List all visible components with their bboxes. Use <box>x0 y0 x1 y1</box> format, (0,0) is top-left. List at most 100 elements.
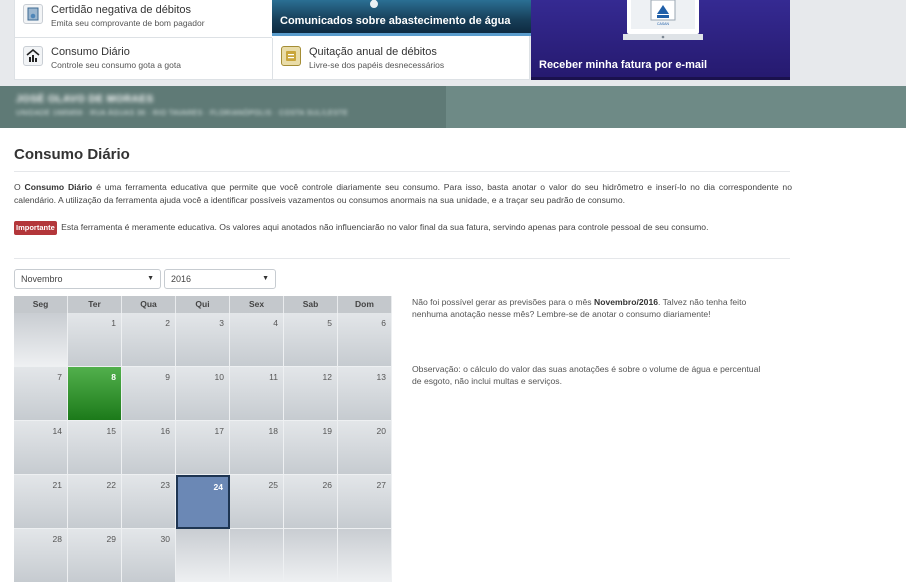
calendar-day-10[interactable]: 10 <box>176 367 230 421</box>
day-number: 15 <box>106 426 116 436</box>
day-number: 20 <box>376 426 386 436</box>
day-number: 30 <box>160 534 170 544</box>
weekday-header: Seg <box>14 296 68 313</box>
day-number: 4 <box>273 318 278 328</box>
day-number: 21 <box>52 480 62 490</box>
calendar-day-17[interactable]: 17 <box>176 421 230 475</box>
calendar-day-25[interactable]: 25 <box>230 475 284 529</box>
customer-info: JOSÉ OLAVO DE MORAES UNIDADE 1685859 · R… <box>0 86 446 128</box>
calendar-day-20[interactable]: 20 <box>338 421 392 475</box>
day-number: 9 <box>165 372 170 382</box>
certificate-icon <box>23 4 43 24</box>
day-number: 7 <box>57 372 62 382</box>
day-number: 26 <box>322 480 332 490</box>
calendar-day-21[interactable]: 21 <box>14 475 68 529</box>
year-select-value: 2016 <box>171 274 192 284</box>
service-consumo-title: Consumo Diário <box>51 46 130 58</box>
calendar-day-18[interactable]: 18 <box>230 421 284 475</box>
calendar-day-14[interactable]: 14 <box>14 421 68 475</box>
day-number: 23 <box>160 480 170 490</box>
banner-comunicados[interactable]: Comunicados sobre abastecimento de água <box>272 0 531 36</box>
day-number: 22 <box>106 480 116 490</box>
calendar: Seg Ter Qua Qui Sex Sab Dom 1 2 3 4 5 6 7 8 9 10 11 12 13 1… <box>14 296 392 582</box>
calendar-empty-cell <box>14 313 68 367</box>
calendar-day-30[interactable]: 30 <box>122 529 176 582</box>
weekday-header: Qua <box>122 296 176 313</box>
calendar-empty-cell <box>284 529 338 582</box>
calendar-day-19[interactable]: 19 <box>284 421 338 475</box>
calendar-day-12[interactable]: 12 <box>284 367 338 421</box>
calendar-day-3[interactable]: 3 <box>176 313 230 367</box>
forecast-note: Não foi possível gerar as previsões para… <box>412 296 762 320</box>
service-quitacao-link[interactable]: Quitação anual de débitos Livre-se dos p… <box>273 46 530 71</box>
calendar-day-26[interactable]: 26 <box>284 475 338 529</box>
service-certidao-title: Certidão negativa de débitos <box>51 4 192 16</box>
day-number: 17 <box>214 426 224 436</box>
customer-address: UNIDADE 1685859 · RUA ÁGUAS 36 · RIO TAV… <box>16 110 349 117</box>
calendar-day-24[interactable]: 24 <box>176 475 230 529</box>
month-select[interactable]: Novembro ▼ <box>14 269 161 289</box>
day-number: 14 <box>52 426 62 436</box>
divider <box>15 37 272 38</box>
calendar-day-16[interactable]: 16 <box>122 421 176 475</box>
calendar-day-22[interactable]: 22 <box>68 475 122 529</box>
important-text: Esta ferramenta é meramente educativa. O… <box>58 222 709 232</box>
day-number: 28 <box>52 534 62 544</box>
weekday-header: Ter <box>68 296 122 313</box>
calendar-day-27[interactable]: 27 <box>338 475 392 529</box>
calendar-day-5[interactable]: 5 <box>284 313 338 367</box>
calendar-day-28[interactable]: 28 <box>14 529 68 582</box>
important-paragraph: Importante Esta ferramenta é meramente e… <box>14 221 794 235</box>
calendar-day-1[interactable]: 1 <box>68 313 122 367</box>
day-number: 11 <box>269 372 278 382</box>
day-number: 6 <box>381 318 386 328</box>
service-consumo-link[interactable]: Consumo Diário Controle seu consumo gota… <box>15 46 272 71</box>
intro-text: é uma ferramenta educativa que permite q… <box>14 182 792 205</box>
day-number: 5 <box>327 318 332 328</box>
calendar-grid: 1 2 3 4 5 6 7 8 9 10 11 12 13 14 15 16 17 18 19 20 21 22 23 24 2… <box>14 313 392 582</box>
divider <box>14 258 790 259</box>
calendar-day-2[interactable]: 2 <box>122 313 176 367</box>
customer-bar: JOSÉ OLAVO DE MORAES UNIDADE 1685859 · R… <box>0 86 906 128</box>
day-number: 8 <box>111 372 116 382</box>
intro-paragraph: O Consumo Diário é uma ferramenta educat… <box>14 181 792 207</box>
calendar-day-29[interactable]: 29 <box>68 529 122 582</box>
banner-strip <box>531 77 790 80</box>
calendar-day-7[interactable]: 7 <box>14 367 68 421</box>
day-number: 29 <box>106 534 116 544</box>
calendar-day-6[interactable]: 6 <box>338 313 392 367</box>
day-number: 19 <box>322 426 332 436</box>
weekday-header: Sab <box>284 296 338 313</box>
day-number: 13 <box>376 372 386 382</box>
weekday-header: Sex <box>230 296 284 313</box>
day-number: 2 <box>165 318 170 328</box>
calendar-day-11[interactable]: 11 <box>230 367 284 421</box>
day-number: 16 <box>160 426 170 436</box>
calendar-day-4[interactable]: 4 <box>230 313 284 367</box>
calendar-day-8[interactable]: 8 <box>68 367 122 421</box>
service-certidao-subtitle: Emita seu comprovante de bom pagador <box>51 18 205 28</box>
banner-fatura-email[interactable]: CASAN Receber minha fatura por e-mail <box>531 0 790 80</box>
banner-fatura-label: Receber minha fatura por e-mail <box>539 59 708 71</box>
day-number: 10 <box>214 372 224 382</box>
bar-chart-icon <box>23 46 43 66</box>
fatura-logo-text: CASAN <box>657 22 670 26</box>
intro-bold: Consumo Diário <box>24 182 93 192</box>
day-number: 25 <box>268 480 278 490</box>
divider <box>14 171 790 172</box>
day-number: 18 <box>268 426 278 436</box>
calendar-day-15[interactable]: 15 <box>68 421 122 475</box>
calendar-day-13[interactable]: 13 <box>338 367 392 421</box>
calendar-empty-cell <box>230 529 284 582</box>
service-certidao-link[interactable]: Certidão negativa de débitos Emita seu c… <box>15 4 272 29</box>
caret-down-icon: ▼ <box>262 275 269 282</box>
intro-prefix: O <box>14 182 25 192</box>
computer-monitor-icon: CASAN <box>623 0 703 40</box>
receipt-icon <box>281 46 301 66</box>
calendar-day-23[interactable]: 23 <box>122 475 176 529</box>
services-band: Certidão negativa de débitos Emita seu c… <box>0 0 906 86</box>
page-title: Consumo Diário <box>14 146 130 163</box>
year-select[interactable]: 2016 ▼ <box>164 269 276 289</box>
calendar-day-9[interactable]: 9 <box>122 367 176 421</box>
forecast-month: Novembro/2016 <box>594 297 659 307</box>
